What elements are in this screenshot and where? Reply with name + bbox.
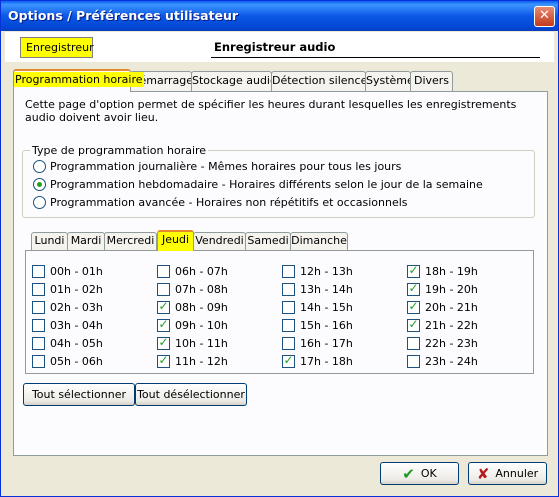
tab-systeme[interactable]: Système	[365, 71, 414, 91]
checkbox[interactable]	[32, 301, 45, 314]
tab-jeudi[interactable]: Jeudi	[157, 230, 194, 251]
time-slot-label: 07h - 08h	[175, 283, 228, 296]
checkmark-icon: ✓	[158, 299, 169, 313]
tab-dimanche[interactable]: Dimanche	[290, 232, 348, 250]
time-slot-label: 15h - 16h	[300, 319, 353, 332]
radio-selected-dot	[37, 182, 42, 187]
radio-button[interactable]	[33, 196, 46, 209]
options-window: Options / Préférences utilisateur ✕ Enre…	[0, 0, 559, 497]
checkbox[interactable]	[282, 319, 295, 332]
tab-lundi[interactable]: Lundi	[31, 232, 68, 250]
checkmark-icon: ✓	[408, 263, 419, 277]
time-slot-label: 08h - 09h	[175, 301, 228, 314]
title-bar[interactable]: Options / Préférences utilisateur ✕	[1, 1, 558, 31]
checkbox[interactable]: ✓	[282, 353, 295, 368]
checkbox[interactable]: ✓	[407, 317, 420, 332]
time-slot-label: 23h - 24h	[425, 355, 478, 368]
time-slot-label: 19h - 20h	[425, 283, 478, 296]
checkmark-icon: ✓	[408, 299, 419, 313]
time-slot-label: 06h - 07h	[175, 265, 228, 278]
cancel-button[interactable]: ✘ Annuler	[468, 462, 547, 485]
checkbox[interactable]: ✓	[157, 299, 170, 314]
checkbox[interactable]	[32, 283, 45, 296]
radio-label: Programmation avancée - Horaires non rép…	[50, 196, 408, 209]
time-slot-label: 17h - 18h	[300, 355, 353, 368]
checkbox[interactable]	[407, 337, 420, 350]
time-slot-label: 10h - 11h	[175, 337, 228, 350]
time-slot-label: 03h - 04h	[50, 319, 103, 332]
section-title: Enregistreur audio	[214, 40, 336, 54]
radio-label: Programmation journalière - Mêmes horair…	[50, 160, 402, 173]
section-divider	[211, 57, 540, 58]
ok-button[interactable]: ✔ OK	[380, 462, 459, 485]
time-slot-label: 16h - 17h	[300, 337, 353, 350]
checkbox[interactable]: ✓	[157, 335, 170, 350]
time-slot-label: 14h - 15h	[300, 301, 353, 314]
checkmark-icon: ✓	[408, 281, 419, 295]
tab-mercredi[interactable]: Mercredi	[104, 232, 157, 250]
ok-label: OK	[420, 467, 437, 480]
time-slot-label: 02h - 03h	[50, 301, 103, 314]
radio-button[interactable]	[33, 160, 46, 173]
checkmark-icon: ✓	[283, 353, 294, 367]
time-slot-label: 09h - 10h	[175, 319, 228, 332]
tab-mardi[interactable]: Mardi	[67, 232, 105, 250]
tab-vendredi[interactable]: Vendredi	[193, 232, 246, 250]
time-slot-label: 12h - 13h	[300, 265, 353, 278]
checkbox[interactable]	[157, 265, 170, 278]
select-all-button[interactable]: Tout sélectionner	[23, 383, 135, 406]
checkbox[interactable]	[282, 283, 295, 296]
deselect-all-button[interactable]: Tout désélectionner	[135, 383, 247, 406]
intro-text: Cette page d'option permet de spécifier …	[25, 98, 517, 124]
time-slot-label: 20h - 21h	[425, 301, 478, 314]
checkbox[interactable]	[407, 355, 420, 368]
close-icon: ✕	[539, 8, 550, 23]
time-slot-label: 22h - 23h	[425, 337, 478, 350]
checkbox[interactable]: ✓	[407, 299, 420, 314]
checkbox[interactable]: ✓	[157, 317, 170, 332]
time-slot-label: 11h - 12h	[175, 355, 228, 368]
checkmark-icon: ✓	[158, 317, 169, 331]
tab-samedi[interactable]: Samedi	[245, 232, 291, 250]
checkbox[interactable]	[32, 337, 45, 350]
radio-button[interactable]	[33, 178, 46, 191]
checkbox[interactable]	[32, 265, 45, 278]
tab-divers[interactable]: Divers	[410, 71, 453, 91]
time-slot-label: 01h - 02h	[50, 283, 103, 296]
schedule-type-legend: Type de programmation horaire	[30, 144, 209, 157]
section-tag: Enregistreur	[20, 37, 94, 58]
close-button[interactable]: ✕	[534, 6, 555, 27]
checkmark-icon: ✓	[158, 353, 169, 367]
tab-programmation-horaire[interactable]: Programmation horaire	[13, 69, 144, 92]
checkmark-icon: ✓	[408, 317, 419, 331]
time-slot-label: 21h - 22h	[425, 319, 478, 332]
x-icon: ✘	[476, 464, 490, 483]
check-icon: ✔	[402, 464, 415, 483]
checkbox[interactable]	[282, 337, 295, 350]
time-slot-label: 05h - 06h	[50, 355, 103, 368]
checkmark-icon: ✓	[158, 335, 169, 349]
time-slot-label: 00h - 01h	[50, 265, 103, 278]
tab-detection-silences[interactable]: Détection silences	[271, 71, 373, 91]
time-slot-label: 04h - 05h	[50, 337, 103, 350]
window-title: Options / Préférences utilisateur	[8, 8, 239, 23]
checkbox[interactable]	[32, 319, 45, 332]
time-slot-label: 18h - 19h	[425, 265, 478, 278]
checkbox[interactable]: ✓	[407, 281, 420, 296]
checkbox[interactable]	[282, 265, 295, 278]
checkbox[interactable]	[157, 283, 170, 296]
checkbox[interactable]	[282, 301, 295, 314]
checkbox[interactable]: ✓	[407, 263, 420, 278]
time-slot-label: 13h - 14h	[300, 283, 353, 296]
checkbox[interactable]: ✓	[157, 353, 170, 368]
tab-stockage-audio[interactable]: Stockage audio	[191, 71, 277, 91]
cancel-label: Annuler	[495, 467, 539, 480]
checkbox[interactable]	[32, 355, 45, 368]
radio-label: Programmation hebdomadaire - Horaires di…	[50, 178, 483, 191]
